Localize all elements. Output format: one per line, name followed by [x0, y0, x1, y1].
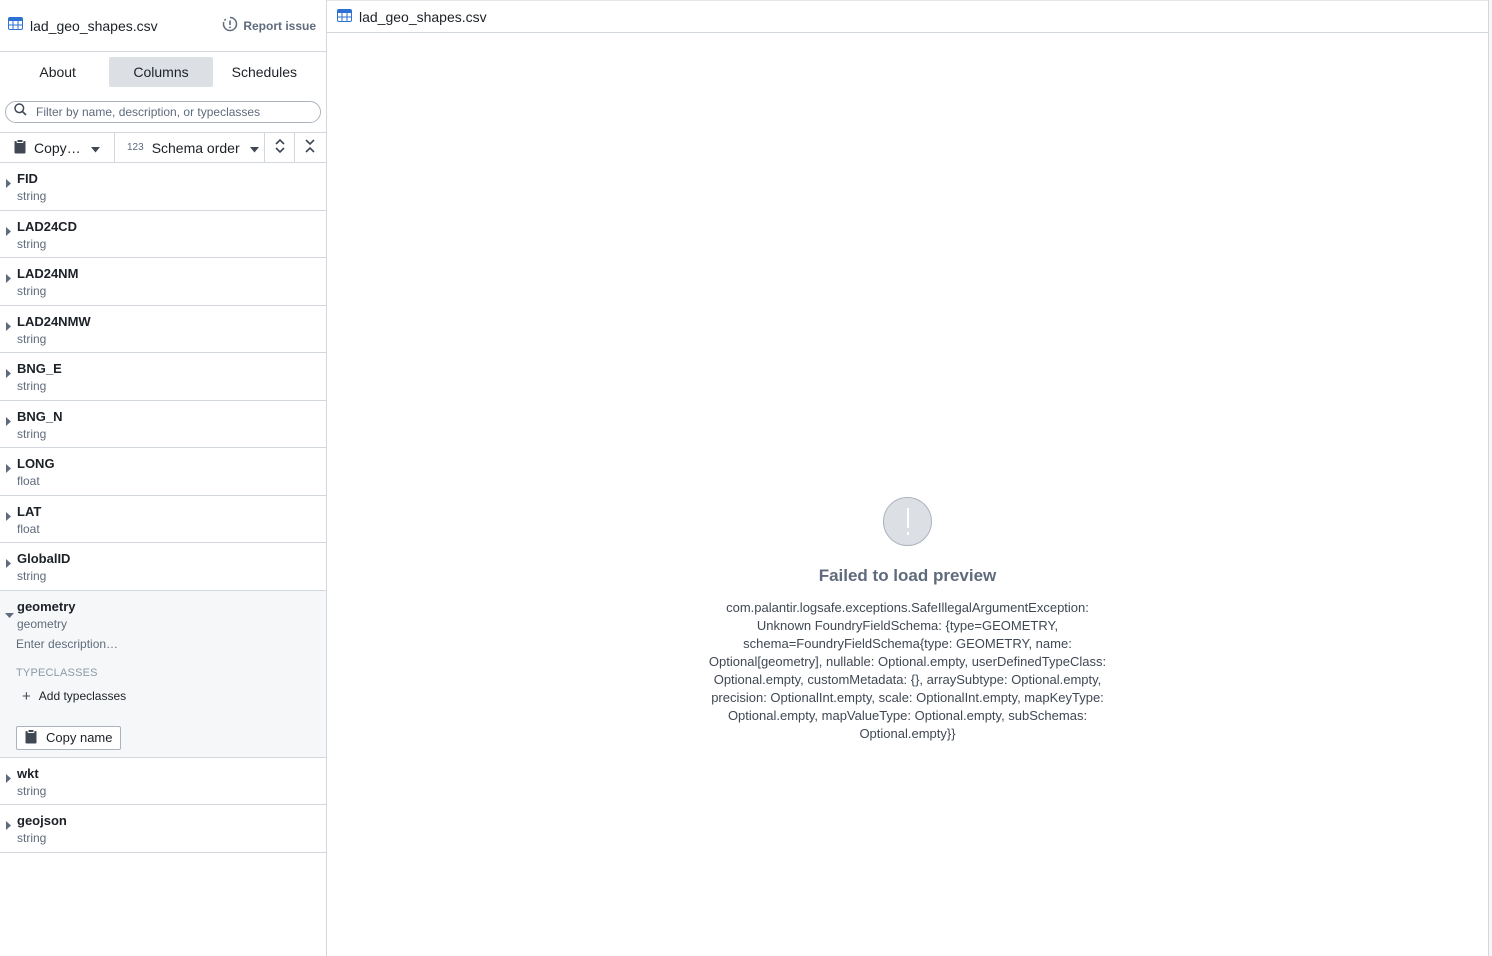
caret-right-icon	[6, 460, 11, 478]
column-name: GlobalID	[17, 551, 71, 566]
caret-right-icon	[6, 817, 11, 835]
column-item-long[interactable]: LONG float	[0, 448, 326, 496]
tab-schedules[interactable]: Schedules	[213, 57, 316, 87]
column-item-bng-n[interactable]: BNG_N string	[0, 401, 326, 448]
caret-right-icon	[6, 555, 11, 573]
plus-icon: +	[22, 687, 31, 705]
column-item-lad24nm[interactable]: LAD24NM string	[0, 258, 326, 306]
clipboard-icon	[25, 728, 37, 747]
column-name: BNG_N	[17, 408, 63, 424]
column-name: geojson	[17, 813, 67, 828]
caret-down-icon	[249, 140, 259, 156]
right-scrollbar-edge	[1488, 0, 1492, 956]
app-root: lad_geo_shapes.csv Report issue About Co…	[0, 0, 1492, 956]
column-filter	[5, 101, 321, 123]
preview-tab[interactable]: lad_geo_shapes.csv	[327, 0, 1488, 33]
error-state: Failed to load preview com.palantir.logs…	[327, 497, 1488, 743]
exclamation-icon	[883, 497, 932, 546]
caret-right-icon	[6, 413, 11, 431]
column-item-wkt[interactable]: wkt string	[0, 758, 326, 805]
column-toolbar: Copy… 123 Schema order	[0, 132, 326, 163]
copy-name-button[interactable]: Copy name	[16, 725, 122, 750]
column-name: FID	[17, 171, 38, 186]
report-issue-icon	[222, 16, 243, 35]
column-name: BNG_E	[17, 361, 62, 376]
column-item-lad24cd[interactable]: LAD24CD string	[0, 211, 326, 258]
column-type: float	[17, 474, 40, 488]
column-type: string	[17, 284, 47, 298]
column-type: string	[17, 189, 47, 203]
preview-panel: lad_geo_shapes.csv Failed to load previe…	[327, 0, 1488, 956]
column-name: LAT	[17, 503, 42, 519]
column-type: string	[17, 379, 47, 393]
column-item-globalid[interactable]: GlobalID string	[0, 543, 326, 591]
caret-right-icon	[6, 223, 11, 241]
clipboard-icon	[14, 138, 26, 157]
caret-right-icon	[6, 365, 11, 383]
add-typeclasses-label: Add typeclasses	[38, 689, 127, 703]
sidebar-tabs: About Columns Schedules	[0, 52, 326, 88]
error-message: com.palantir.logsafe.exceptions.SafeIlle…	[708, 600, 1107, 741]
tab-about[interactable]: About	[6, 57, 109, 87]
table-icon	[8, 16, 23, 35]
column-item-lat[interactable]: LAT float	[0, 496, 326, 543]
column-type: string	[17, 569, 47, 583]
copy-dropdown-label: Copy…	[34, 139, 81, 156]
collapse-all-button[interactable]	[295, 133, 325, 162]
caret-right-icon	[6, 508, 11, 526]
column-type: string	[17, 331, 47, 346]
column-type: string	[17, 236, 47, 251]
caret-down-icon[interactable]	[5, 605, 14, 623]
column-type: geometry	[17, 616, 68, 631]
column-name: geometry	[17, 598, 76, 614]
column-item-geometry-expanded: geometry geometry Enter description… TYP…	[0, 590, 326, 758]
report-issue-button[interactable]: Report issue	[222, 16, 316, 35]
column-name: LONG	[17, 456, 55, 471]
numeric-order-icon: 123	[127, 142, 144, 153]
column-name: LAD24CD	[17, 218, 77, 234]
add-typeclasses-button[interactable]: + Add typeclasses	[22, 688, 126, 705]
column-name: LAD24NM	[17, 266, 79, 281]
collapse-all-icon	[304, 138, 316, 157]
copy-name-label: Copy name	[46, 730, 113, 745]
column-item-fid[interactable]: FID string	[0, 163, 326, 211]
column-description-field[interactable]: Enter description…	[16, 637, 118, 651]
column-item-bng-e[interactable]: BNG_E string	[0, 353, 326, 401]
caret-right-icon	[6, 770, 11, 788]
typeclasses-heading: TYPECLASSES	[16, 666, 98, 679]
column-name: wkt	[17, 765, 39, 781]
column-item-lad24nmw[interactable]: LAD24NMW string	[0, 306, 326, 353]
sidebar-header: lad_geo_shapes.csv Report issue	[0, 0, 326, 52]
preview-tab-title: lad_geo_shapes.csv	[359, 8, 487, 25]
columns-sidebar: lad_geo_shapes.csv Report issue About Co…	[0, 0, 327, 956]
column-name: LAD24NMW	[17, 313, 91, 329]
column-filter-input[interactable]	[34, 104, 312, 120]
search-icon	[14, 103, 27, 121]
caret-down-icon	[90, 140, 100, 156]
table-icon	[337, 8, 352, 25]
column-list: FID string LAD24CD string LAD24NM string…	[0, 163, 326, 853]
sort-order-dropdown[interactable]: 123 Schema order	[115, 133, 265, 162]
column-type: string	[17, 783, 47, 798]
copy-dropdown[interactable]: Copy…	[0, 133, 115, 162]
sort-order-label: Schema order	[151, 139, 240, 156]
expand-all-button[interactable]	[265, 133, 295, 162]
caret-right-icon	[6, 318, 11, 336]
file-title: lad_geo_shapes.csv	[30, 17, 158, 34]
caret-right-icon	[6, 175, 11, 193]
expand-all-icon	[274, 138, 286, 157]
column-type: float	[17, 521, 40, 536]
column-type: string	[17, 831, 47, 845]
caret-right-icon	[6, 270, 11, 288]
column-type: string	[17, 426, 47, 441]
error-heading: Failed to load preview	[818, 566, 997, 585]
report-issue-label: Report issue	[243, 18, 316, 33]
column-item-geojson[interactable]: geojson string	[0, 805, 326, 853]
tab-columns[interactable]: Columns	[109, 57, 213, 87]
